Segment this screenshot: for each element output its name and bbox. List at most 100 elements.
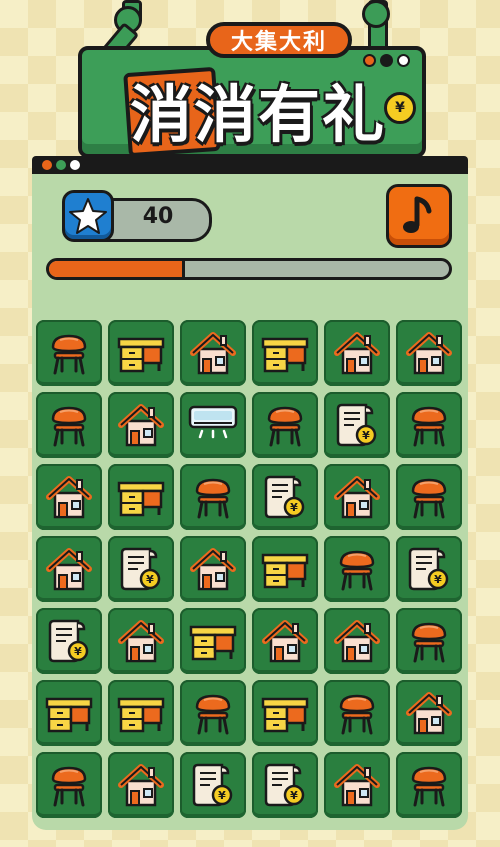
tile-chair[interactable] [36, 752, 102, 818]
tile-receipt[interactable]: ¥ [396, 536, 462, 602]
house-icon [190, 332, 236, 375]
svg-text:¥: ¥ [218, 789, 226, 802]
tile-house[interactable] [324, 464, 390, 530]
tile-chair[interactable] [36, 392, 102, 458]
chair-icon [411, 478, 447, 519]
receipt-icon: ¥ [264, 475, 305, 519]
svg-text:¥: ¥ [362, 429, 370, 442]
tile-chair[interactable] [36, 320, 102, 386]
level-progress-bar [46, 258, 452, 280]
tile-receipt[interactable]: ¥ [252, 464, 318, 530]
chair-icon [51, 406, 87, 447]
tile-desk[interactable] [108, 680, 174, 746]
house-icon [118, 620, 164, 663]
receipt-icon: ¥ [264, 763, 305, 807]
star-icon [62, 190, 114, 242]
desk-icon [261, 553, 309, 589]
music-toggle-button[interactable] [386, 184, 452, 248]
music-note-icon [403, 196, 432, 233]
tile-air-conditioner[interactable] [180, 392, 246, 458]
house-icon [46, 476, 92, 519]
chair-icon [411, 766, 447, 807]
house-icon [406, 332, 452, 375]
tile-desk[interactable] [180, 608, 246, 674]
tile-chair[interactable] [180, 464, 246, 530]
svg-text:¥: ¥ [434, 573, 442, 586]
desk-icon [261, 337, 309, 373]
game-title: 消消有礼 [130, 78, 387, 151]
tile-desk[interactable] [252, 320, 318, 386]
tile-house[interactable] [324, 608, 390, 674]
tile-receipt[interactable]: ¥ [252, 752, 318, 818]
chair-icon [339, 694, 375, 735]
receipt-icon: ¥ [408, 547, 449, 591]
tile-chair[interactable] [180, 680, 246, 746]
tile-receipt[interactable]: ¥ [108, 536, 174, 602]
tile-desk[interactable] [252, 536, 318, 602]
tile-house[interactable] [36, 464, 102, 530]
tile-chair[interactable] [396, 392, 462, 458]
desk-icon [45, 697, 93, 733]
chair-icon [267, 406, 303, 447]
tile-desk[interactable] [252, 680, 318, 746]
tile-house[interactable] [36, 536, 102, 602]
desk-icon [261, 697, 309, 733]
desk-icon [117, 337, 165, 373]
level-progress-fill [49, 261, 185, 277]
sign-hanger-joint [362, 0, 390, 28]
desk-icon [117, 697, 165, 733]
chair-icon [195, 694, 231, 735]
tile-house[interactable] [396, 320, 462, 386]
tile-desk[interactable] [108, 320, 174, 386]
tile-chair[interactable] [396, 608, 462, 674]
game-board: ¥ ¥ ¥ ¥ ¥ ¥ ¥ [36, 320, 466, 818]
tile-receipt[interactable]: ¥ [324, 392, 390, 458]
receipt-icon: ¥ [120, 547, 161, 591]
tile-chair[interactable] [252, 392, 318, 458]
tile-receipt[interactable]: ¥ [180, 752, 246, 818]
tile-desk[interactable] [108, 464, 174, 530]
house-icon [118, 764, 164, 807]
tile-house[interactable] [108, 752, 174, 818]
receipt-icon: ¥ [48, 619, 89, 663]
chair-icon [339, 550, 375, 591]
house-icon [334, 764, 380, 807]
house-icon [334, 476, 380, 519]
panel-titlebar [32, 156, 468, 174]
tile-chair[interactable] [396, 752, 462, 818]
desk-icon [117, 481, 165, 517]
receipt-icon: ¥ [336, 403, 377, 447]
tile-house[interactable] [180, 320, 246, 386]
house-icon [118, 404, 164, 447]
house-icon [334, 620, 380, 663]
tile-house[interactable] [396, 680, 462, 746]
subtitle-banner: 大集大利 [206, 22, 352, 58]
air-conditioner-icon [188, 405, 238, 439]
tile-chair[interactable] [324, 680, 390, 746]
desk-icon [189, 625, 237, 661]
tile-chair[interactable] [396, 464, 462, 530]
tile-house[interactable] [108, 392, 174, 458]
svg-text:¥: ¥ [146, 573, 154, 586]
tile-receipt[interactable]: ¥ [36, 608, 102, 674]
tile-desk[interactable] [36, 680, 102, 746]
coin-icon: ¥ [384, 92, 416, 124]
panel-dot [70, 160, 80, 170]
chair-icon [195, 478, 231, 519]
chair-icon [51, 334, 87, 375]
house-icon [190, 548, 236, 591]
house-icon [46, 548, 92, 591]
tile-chair[interactable] [324, 536, 390, 602]
chair-icon [51, 766, 87, 807]
tile-house[interactable] [324, 752, 390, 818]
score-value: 40 [142, 204, 174, 229]
panel-dot [56, 160, 66, 170]
svg-text:¥: ¥ [290, 501, 298, 514]
receipt-icon: ¥ [192, 763, 233, 807]
svg-text:¥: ¥ [290, 789, 298, 802]
tile-house[interactable] [324, 320, 390, 386]
tile-house[interactable] [252, 608, 318, 674]
tile-house[interactable] [180, 536, 246, 602]
tile-house[interactable] [108, 608, 174, 674]
panel-dot [42, 160, 52, 170]
